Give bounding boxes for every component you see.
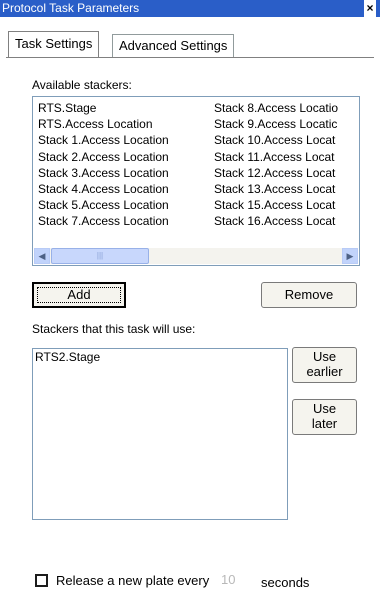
available-stackers-label: Available stackers: (32, 78, 132, 92)
use-earlier-label-line1: Use (312, 349, 337, 364)
window-title: Protocol Task Parameters (2, 1, 140, 15)
close-icon[interactable]: × (364, 0, 376, 17)
release-plate-label: Release a new plate every (56, 573, 210, 588)
list-item[interactable]: Stack 11.Access Locat (214, 149, 338, 165)
use-later-label-line2: later (311, 415, 338, 431)
list-item[interactable]: Stack 1.Access Location (38, 132, 169, 148)
list-item[interactable]: Stack 5.Access Location (38, 197, 169, 213)
scroll-thumb[interactable]: ||| (51, 248, 149, 264)
available-stackers-list[interactable]: RTS.Stage RTS.Access Location Stack 1.Ac… (32, 96, 360, 266)
list-item[interactable]: Stack 2.Access Location (38, 149, 169, 165)
horizontal-scrollbar[interactable]: ◀ ||| ▶ (34, 248, 358, 264)
available-stackers-items: RTS.Stage RTS.Access Location Stack 1.Ac… (34, 98, 358, 248)
list-item[interactable]: Stack 4.Access Location (38, 181, 169, 197)
list-item[interactable]: Stack 16.Access Locat (214, 213, 338, 229)
tab-task-settings[interactable]: Task Settings (8, 31, 100, 58)
list-item[interactable]: RTS2.Stage (33, 349, 287, 365)
list-item[interactable]: Stack 13.Access Locat (214, 181, 338, 197)
release-interval-field[interactable]: 10 (221, 572, 235, 587)
list-item[interactable]: RTS.Access Location (38, 116, 169, 132)
list-item[interactable]: Stack 15.Access Locat (214, 197, 338, 213)
use-earlier-button[interactable]: Use earlier (292, 347, 357, 383)
release-plate-checkbox[interactable] (35, 574, 48, 587)
used-stackers-label: Stackers that this task will use: (32, 322, 196, 336)
list-item[interactable]: Stack 8.Access Locatio (214, 100, 338, 116)
list-item[interactable]: RTS.Stage (38, 100, 169, 116)
window-titlebar: Protocol Task Parameters (0, 0, 380, 17)
remove-button[interactable]: Remove (261, 282, 357, 308)
use-later-label-line1: Use (312, 401, 337, 416)
list-item[interactable]: Stack 7.Access Location (38, 213, 169, 229)
stacker-column-1: RTS.Stage RTS.Access Location Stack 1.Ac… (38, 100, 169, 230)
stacker-column-2: Stack 8.Access Locatio Stack 9.Access Lo… (214, 100, 338, 230)
seconds-label: seconds (261, 575, 310, 590)
remove-button-label: Remove (284, 287, 334, 302)
list-item[interactable]: Stack 12.Access Locat (214, 165, 338, 181)
list-item[interactable]: Stack 10.Access Locat (214, 132, 338, 148)
tab-advanced-settings[interactable]: Advanced Settings (112, 34, 235, 58)
used-stackers-list[interactable]: RTS2.Stage (32, 348, 288, 520)
use-later-button[interactable]: Use later (292, 399, 357, 435)
scroll-left-icon[interactable]: ◀ (34, 248, 50, 264)
add-button-label: Add (67, 287, 91, 302)
use-earlier-label-line2: earlier (306, 363, 343, 379)
list-item[interactable]: Stack 9.Access Locatic (214, 116, 338, 132)
scroll-right-icon[interactable]: ▶ (342, 248, 358, 264)
add-button[interactable]: Add (32, 282, 126, 308)
list-item[interactable]: Stack 3.Access Location (38, 165, 169, 181)
